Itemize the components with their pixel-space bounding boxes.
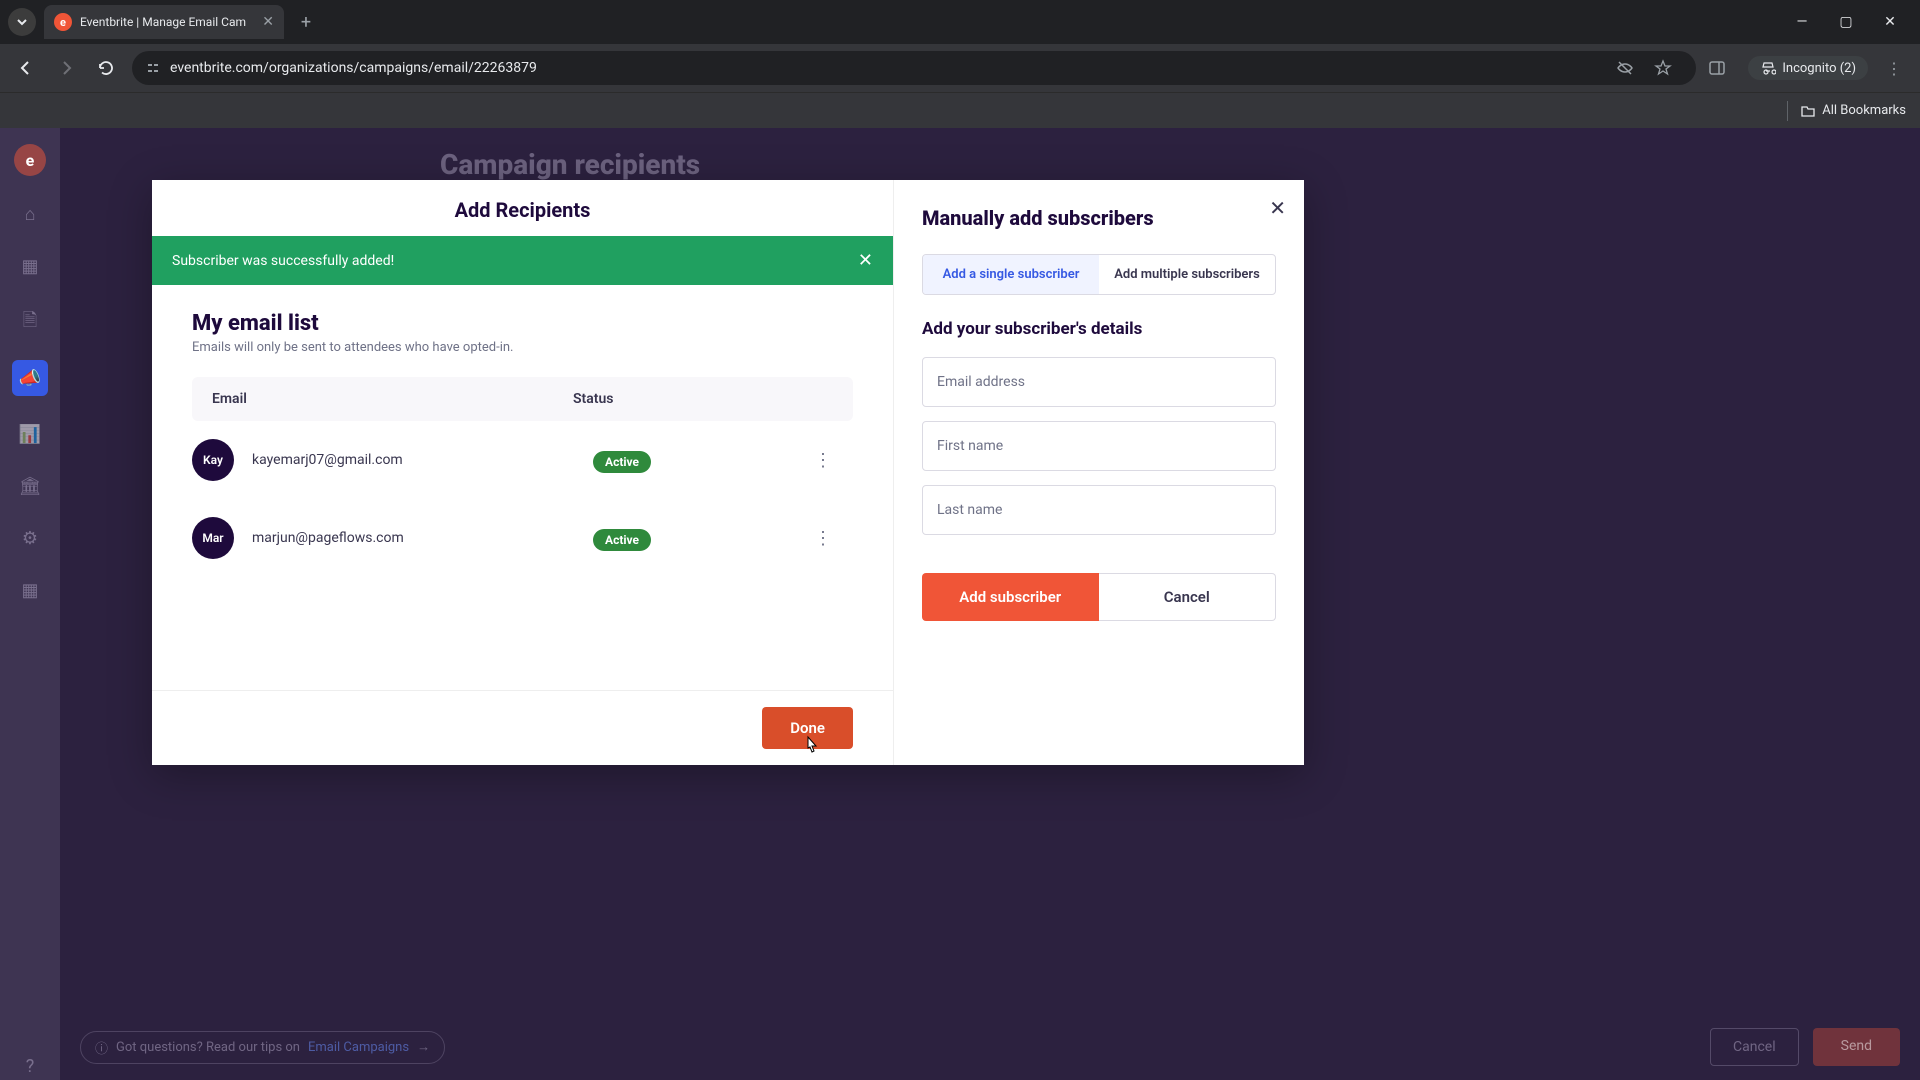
add-recipients-modal: Add Recipients Subscriber was successful… [152,180,1304,765]
address-bar[interactable]: eventbrite.com/organizations/campaigns/e… [132,51,1696,85]
subscriber-mode-tabs: Add a single subscriber Add multiple sub… [922,254,1276,295]
forward-button[interactable] [52,54,80,82]
first-name-field[interactable] [922,421,1276,471]
email-cell: marjun@pageflows.com [252,530,593,546]
arrow-right-icon [57,59,75,77]
page-cancel-button[interactable]: Cancel [1710,1028,1799,1066]
incognito-indicator[interactable]: Incognito (2) [1748,56,1868,80]
cancel-button[interactable]: Cancel [1099,573,1277,621]
apps-icon[interactable]: ▦ [18,580,42,604]
modal-title: Add Recipients [176,198,869,222]
side-panel-icon[interactable] [1708,59,1736,77]
reload-button[interactable] [92,54,120,82]
arrow-right-icon: → [417,1039,430,1055]
browser-tab[interactable]: e Eventbrite | Manage Email Cam ✕ [44,5,284,39]
email-cell: kayemarj07@gmail.com [252,452,593,468]
status-badge: Active [593,451,651,473]
gear-icon[interactable]: ⚙ [18,528,42,552]
eventbrite-logo-icon[interactable]: e [14,144,46,176]
eventbrite-favicon-icon: e [54,13,72,31]
browser-toolbar: eventbrite.com/organizations/campaigns/e… [0,44,1920,92]
email-field[interactable] [922,357,1276,407]
cursor-icon [801,735,821,759]
chevron-down-icon [16,16,28,28]
browser-menu-button[interactable]: ⋮ [1880,59,1908,78]
add-subscriber-button[interactable]: Add subscriber [922,573,1099,621]
table-header: Email Status [192,377,853,421]
list-title: My email list [192,311,853,336]
status-badge: Active [593,529,651,551]
bookmarks-bar: All Bookmarks [0,92,1920,128]
help-icon[interactable]: ? [18,1056,42,1080]
document-icon[interactable]: 🗎 [18,308,42,332]
right-panel-title: Manually add subscribers [922,206,1276,230]
last-name-field[interactable] [922,485,1276,535]
avatar: Kay [192,439,234,481]
finance-icon[interactable]: 🏛 [18,476,42,500]
tab-multiple-subscribers[interactable]: Add multiple subscribers [1099,255,1275,294]
chart-icon[interactable]: 📊 [18,424,42,448]
col-status: Status [573,391,773,407]
incognito-icon [1760,60,1776,76]
reload-icon [97,59,115,77]
tab-single-subscriber[interactable]: Add a single subscriber [923,255,1099,294]
modal-close-button[interactable]: ✕ [1269,196,1286,220]
home-icon[interactable]: ⌂ [18,204,42,228]
calendar-icon[interactable]: ▦ [18,256,42,280]
close-window-button[interactable]: ✕ [1878,14,1902,30]
maximize-button[interactable]: ▢ [1834,14,1858,30]
alert-close-button[interactable]: ✕ [858,250,873,271]
page-send-button[interactable]: Send [1813,1028,1900,1066]
alert-message: Subscriber was successfully added! [172,253,394,269]
email-campaigns-link[interactable]: Email Campaigns [308,1040,409,1055]
table-row: Kay kayemarj07@gmail.com Active ⋮ [192,421,853,499]
all-bookmarks-button[interactable]: All Bookmarks [1800,103,1906,119]
page-title: Campaign recipients [440,148,700,181]
row-menu-button[interactable]: ⋮ [793,528,853,549]
star-icon[interactable] [1654,59,1682,77]
browser-titlebar: e Eventbrite | Manage Email Cam ✕ + ― ▢ … [0,0,1920,44]
tab-search-dropdown[interactable] [8,8,36,36]
new-tab-button[interactable]: + [292,8,320,36]
details-heading: Add your subscriber's details [922,319,1276,339]
col-email: Email [212,391,573,407]
incognito-label: Incognito (2) [1782,61,1856,76]
avatar: Mar [192,517,234,559]
tab-title: Eventbrite | Manage Email Cam [80,15,254,29]
row-menu-button[interactable]: ⋮ [793,450,853,471]
site-settings-icon[interactable] [146,61,160,75]
close-icon[interactable]: ✕ [262,14,274,30]
minimize-button[interactable]: ― [1790,14,1814,30]
url-text: eventbrite.com/organizations/campaigns/e… [170,60,1606,76]
tips-banner[interactable]: ⓘ Got questions? Read our tips on Email … [80,1031,445,1064]
arrow-left-icon [17,59,35,77]
info-icon: ⓘ [95,1038,108,1057]
table-row: Mar marjun@pageflows.com Active ⋮ [192,499,853,577]
folder-icon [1800,103,1816,119]
back-button[interactable] [12,54,40,82]
list-subtitle: Emails will only be sent to attendees wh… [192,340,853,355]
success-alert: Subscriber was successfully added! ✕ [152,236,893,285]
eye-off-icon[interactable] [1616,59,1644,77]
app-sidebar: e ⌂ ▦ 🗎 📣 📊 🏛 ⚙ ▦ ? [0,128,60,1080]
megaphone-icon[interactable]: 📣 [12,360,48,396]
